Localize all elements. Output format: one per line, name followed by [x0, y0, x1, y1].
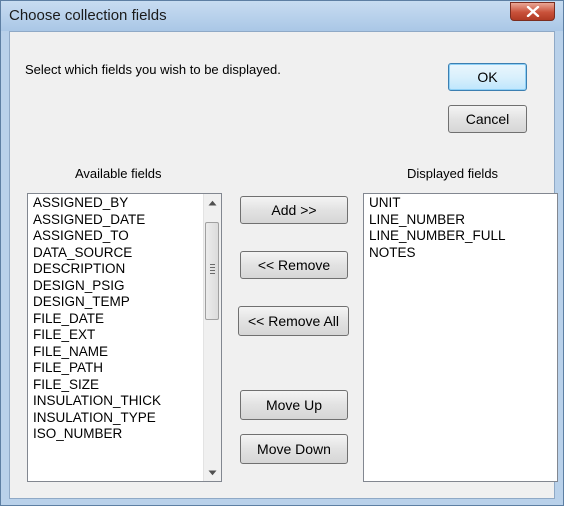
available-fields-scrollbar[interactable]: [203, 194, 221, 481]
list-item[interactable]: DESIGN_TEMP: [33, 294, 161, 311]
list-item[interactable]: ASSIGNED_DATE: [33, 212, 161, 229]
move-up-button[interactable]: Move Up: [240, 390, 348, 420]
window-title: Choose collection fields: [9, 7, 167, 24]
close-button[interactable]: [510, 2, 555, 21]
cancel-button[interactable]: Cancel: [448, 105, 527, 133]
displayed-fields-label: Displayed fields: [407, 166, 499, 181]
list-item[interactable]: FILE_EXT: [33, 327, 161, 344]
list-item[interactable]: UNIT: [369, 195, 506, 212]
close-icon: [526, 6, 540, 17]
list-item[interactable]: ASSIGNED_BY: [33, 195, 161, 212]
title-bar[interactable]: Choose collection fields: [1, 1, 563, 31]
add-button[interactable]: Add >>: [240, 196, 348, 224]
list-item[interactable]: DESIGN_PSIG: [33, 278, 161, 295]
list-item[interactable]: FILE_PATH: [33, 360, 161, 377]
ok-button[interactable]: OK: [448, 63, 527, 91]
list-item[interactable]: DESCRIPTION: [33, 261, 161, 278]
chevron-up-icon: [208, 200, 217, 205]
remove-all-button[interactable]: << Remove All: [238, 306, 349, 336]
chevron-down-icon: [208, 470, 217, 475]
list-item[interactable]: FILE_SIZE: [33, 377, 161, 394]
list-item[interactable]: INSULATION_TYPE: [33, 410, 161, 427]
displayed-fields-items: UNIT LINE_NUMBER LINE_NUMBER_FULL NOTES: [369, 195, 506, 261]
list-item[interactable]: FILE_DATE: [33, 311, 161, 328]
scroll-down-button[interactable]: [204, 464, 221, 481]
list-item[interactable]: INSULATION_THICK: [33, 393, 161, 410]
list-item[interactable]: LINE_NUMBER: [369, 212, 506, 229]
list-item[interactable]: ASSIGNED_TO: [33, 228, 161, 245]
list-item[interactable]: NOTES: [369, 245, 506, 262]
available-fields-items: ASSIGNED_BY ASSIGNED_DATE ASSIGNED_TO DATA_…: [33, 195, 161, 443]
list-item[interactable]: ISO_NUMBER: [33, 426, 161, 443]
instruction-text: Select which fields you wish to be displ…: [25, 62, 281, 77]
scroll-thumb[interactable]: [205, 222, 219, 320]
list-item[interactable]: FILE_NAME: [33, 344, 161, 361]
list-item[interactable]: DATA_SOURCE: [33, 245, 161, 262]
list-item[interactable]: LINE_NUMBER_FULL: [369, 228, 506, 245]
displayed-fields-list[interactable]: UNIT LINE_NUMBER LINE_NUMBER_FULL NOTES: [363, 193, 558, 482]
available-fields-list[interactable]: ASSIGNED_BY ASSIGNED_DATE ASSIGNED_TO DATA_…: [27, 193, 222, 482]
remove-button[interactable]: << Remove: [240, 251, 348, 279]
available-fields-label: Available fields: [75, 166, 162, 181]
scroll-up-button[interactable]: [204, 194, 221, 211]
move-down-button[interactable]: Move Down: [240, 434, 348, 464]
dialog-window: Choose collection fields Select which fi…: [0, 0, 564, 506]
